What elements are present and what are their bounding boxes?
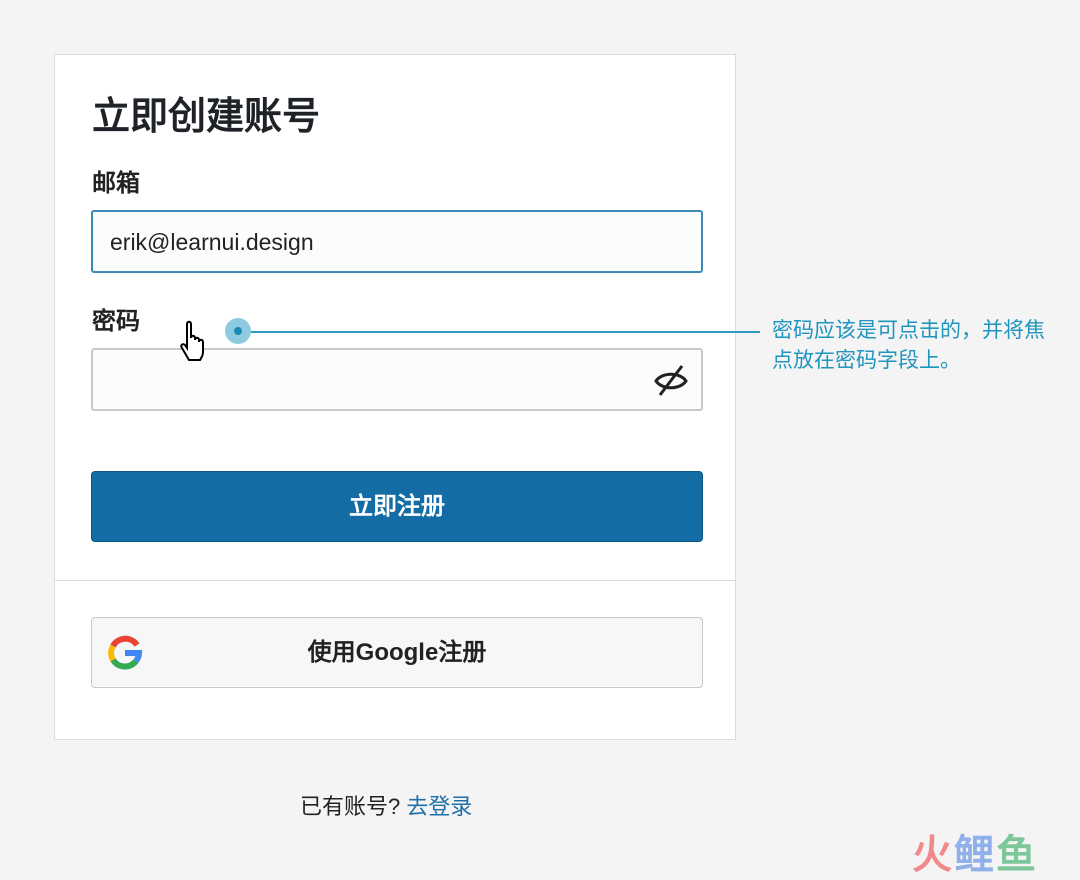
email-label: 邮箱	[92, 170, 140, 197]
signup-card: 立即创建账号 邮箱 erik@learnui.design 密码 立即注册 使用…	[54, 54, 736, 740]
annotation-text: 密码应该是可点击的，并将焦点放在密码字段上。	[772, 319, 1045, 372]
signup-button[interactable]: 立即注册	[91, 471, 703, 542]
password-label[interactable]: 密码	[92, 301, 140, 336]
google-signup-button[interactable]: 使用Google注册	[91, 617, 703, 688]
hand-cursor-icon	[180, 320, 204, 361]
watermark-logo: 火鲤鱼	[912, 833, 1038, 877]
google-signup-label: 使用Google注册	[307, 639, 487, 666]
login-link[interactable]: 去登录	[406, 794, 472, 819]
login-prompt-text: 已有账号?	[300, 794, 401, 819]
page-title: 立即创建账号	[92, 96, 321, 138]
google-logo-icon	[108, 635, 143, 670]
eye-off-icon[interactable]	[653, 363, 689, 397]
email-field[interactable]: erik@learnui.design	[91, 210, 703, 273]
login-prompt: 已有账号? 去登录	[300, 789, 472, 821]
divider	[55, 580, 735, 581]
annotation-marker	[225, 318, 251, 344]
annotation-line	[238, 331, 760, 333]
